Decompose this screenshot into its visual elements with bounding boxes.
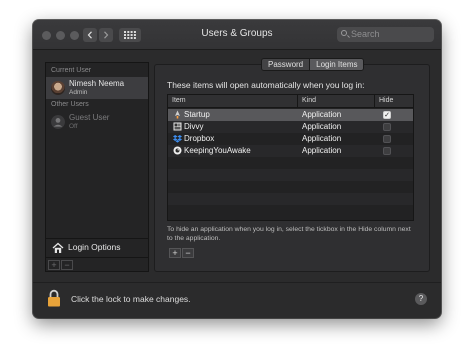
column-header-hide[interactable]: Hide (379, 97, 393, 104)
hide-checkbox[interactable] (383, 135, 391, 143)
users-groups-window: Users & Groups Search Current User Nimes… (33, 20, 441, 318)
title-bar: Users & Groups Search (33, 20, 441, 50)
search-placeholder: Search (351, 29, 380, 39)
tab-bar: Password Login Items (261, 58, 365, 71)
login-items-table: Item Kind Hide Startup Application ✓ Div… (167, 94, 414, 221)
table-header: Item Kind Hide (168, 95, 413, 108)
remove-user-button[interactable]: − (61, 260, 73, 270)
dropbox-app-icon (173, 135, 182, 143)
hide-checkbox[interactable]: ✓ (383, 111, 391, 119)
current-user-role: Admin (69, 89, 88, 96)
table-row[interactable]: KeepingYouAwake Application (168, 145, 413, 157)
search-icon (341, 30, 347, 36)
add-user-button[interactable]: + (48, 260, 60, 270)
tab-password[interactable]: Password (262, 59, 310, 70)
sidebar-button-bar: + − (46, 257, 148, 271)
column-header-kind[interactable]: Kind (302, 97, 316, 104)
avatar (51, 81, 65, 95)
guest-user-status: Off (69, 123, 78, 130)
login-options-label: Login Options (68, 242, 121, 252)
guest-user-name: Guest User (69, 113, 110, 122)
item-name: Startup (184, 110, 210, 119)
login-options-button[interactable]: Login Options (46, 238, 148, 256)
column-header-item[interactable]: Item (172, 97, 186, 104)
sidebar-item-guest-user[interactable]: Guest User Off (46, 111, 148, 133)
divvy-app-icon (173, 122, 182, 131)
item-kind: Application (302, 110, 342, 119)
help-button[interactable]: ? (415, 293, 427, 305)
table-row[interactable]: Divvy Application (168, 121, 413, 133)
other-users-heading: Other Users (51, 101, 89, 108)
hide-checkbox[interactable] (383, 123, 391, 131)
search-input[interactable]: Search (337, 27, 434, 42)
hide-checkbox[interactable] (383, 147, 391, 155)
guest-user-icon (51, 115, 65, 129)
item-kind: Application (302, 134, 342, 143)
startup-app-icon (175, 110, 180, 119)
lock-icon[interactable] (47, 289, 61, 307)
table-row[interactable]: Dropbox Application (168, 133, 413, 145)
table-row[interactable]: Startup Application ✓ (168, 109, 413, 121)
item-kind: Application (302, 146, 342, 155)
users-sidebar: Current User Nimesh Neema Admin Other Us… (45, 62, 149, 272)
tab-login-items[interactable]: Login Items (309, 59, 364, 70)
current-user-name: Nimesh Neema (69, 79, 125, 88)
item-kind: Application (302, 122, 342, 131)
item-name: Dropbox (184, 134, 215, 143)
add-login-item-button[interactable]: + (169, 248, 181, 258)
keepingyouawake-app-icon (173, 146, 182, 155)
lock-message: Click the lock to make changes. (71, 294, 191, 304)
house-icon (52, 242, 64, 253)
sidebar-item-current-user[interactable]: Nimesh Neema Admin (46, 77, 148, 99)
current-user-heading: Current User (51, 67, 92, 74)
login-items-intro: These items will open automatically when… (167, 80, 365, 90)
hide-hint-text: To hide an application when you log in, … (167, 226, 411, 242)
item-name: KeepingYouAwake (184, 146, 251, 155)
item-name: Divvy (184, 122, 204, 131)
remove-login-item-button[interactable]: − (182, 248, 194, 258)
